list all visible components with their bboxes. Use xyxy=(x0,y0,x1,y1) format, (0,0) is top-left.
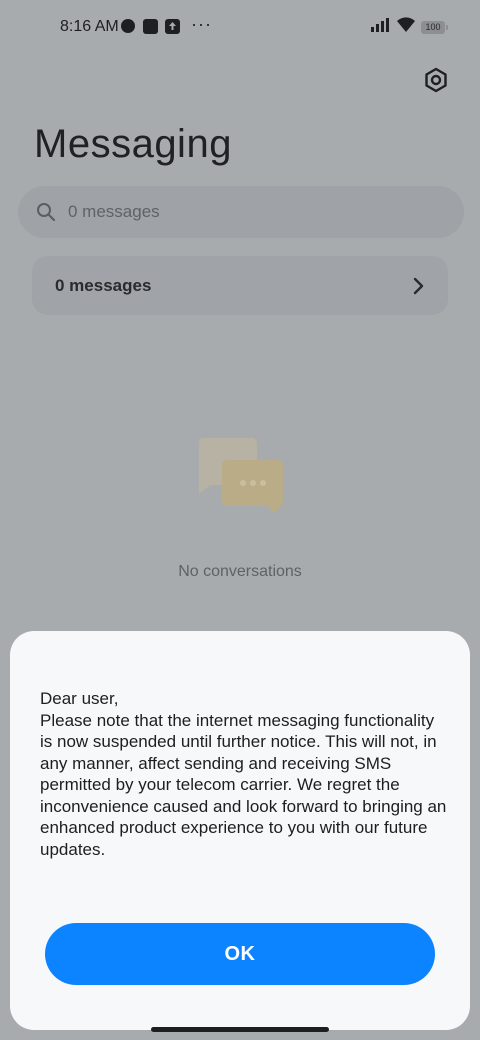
more-icon: ··· xyxy=(191,14,212,34)
chat-bubbles-icon xyxy=(196,436,286,516)
upload-icon xyxy=(165,19,180,34)
notice-dialog: Dear user, Please note that the internet… xyxy=(10,631,470,1030)
status-time: 8:16 AM xyxy=(60,18,119,35)
chevron-right-icon xyxy=(412,277,424,300)
search-box[interactable] xyxy=(18,186,464,238)
empty-state-text: No conversations xyxy=(178,563,302,580)
search-input[interactable] xyxy=(68,186,428,238)
battery-icon: 100 xyxy=(421,21,448,34)
dialog-message: Dear user, Please note that the internet… xyxy=(40,689,447,859)
page-title: Messaging xyxy=(34,122,232,166)
dot-icon xyxy=(121,19,135,33)
status-bar: 8:16 AM ··· 100 xyxy=(0,0,480,56)
ok-button[interactable]: OK xyxy=(45,923,435,985)
home-indicator[interactable] xyxy=(151,1027,329,1032)
settings-icon[interactable] xyxy=(422,66,450,94)
messages-card[interactable]: 0 messages xyxy=(32,256,448,315)
square-icon xyxy=(143,19,158,34)
search-icon xyxy=(36,202,56,227)
messages-card-label: 0 messages xyxy=(55,276,152,295)
signal-icon xyxy=(371,18,391,37)
wifi-icon xyxy=(397,17,415,37)
